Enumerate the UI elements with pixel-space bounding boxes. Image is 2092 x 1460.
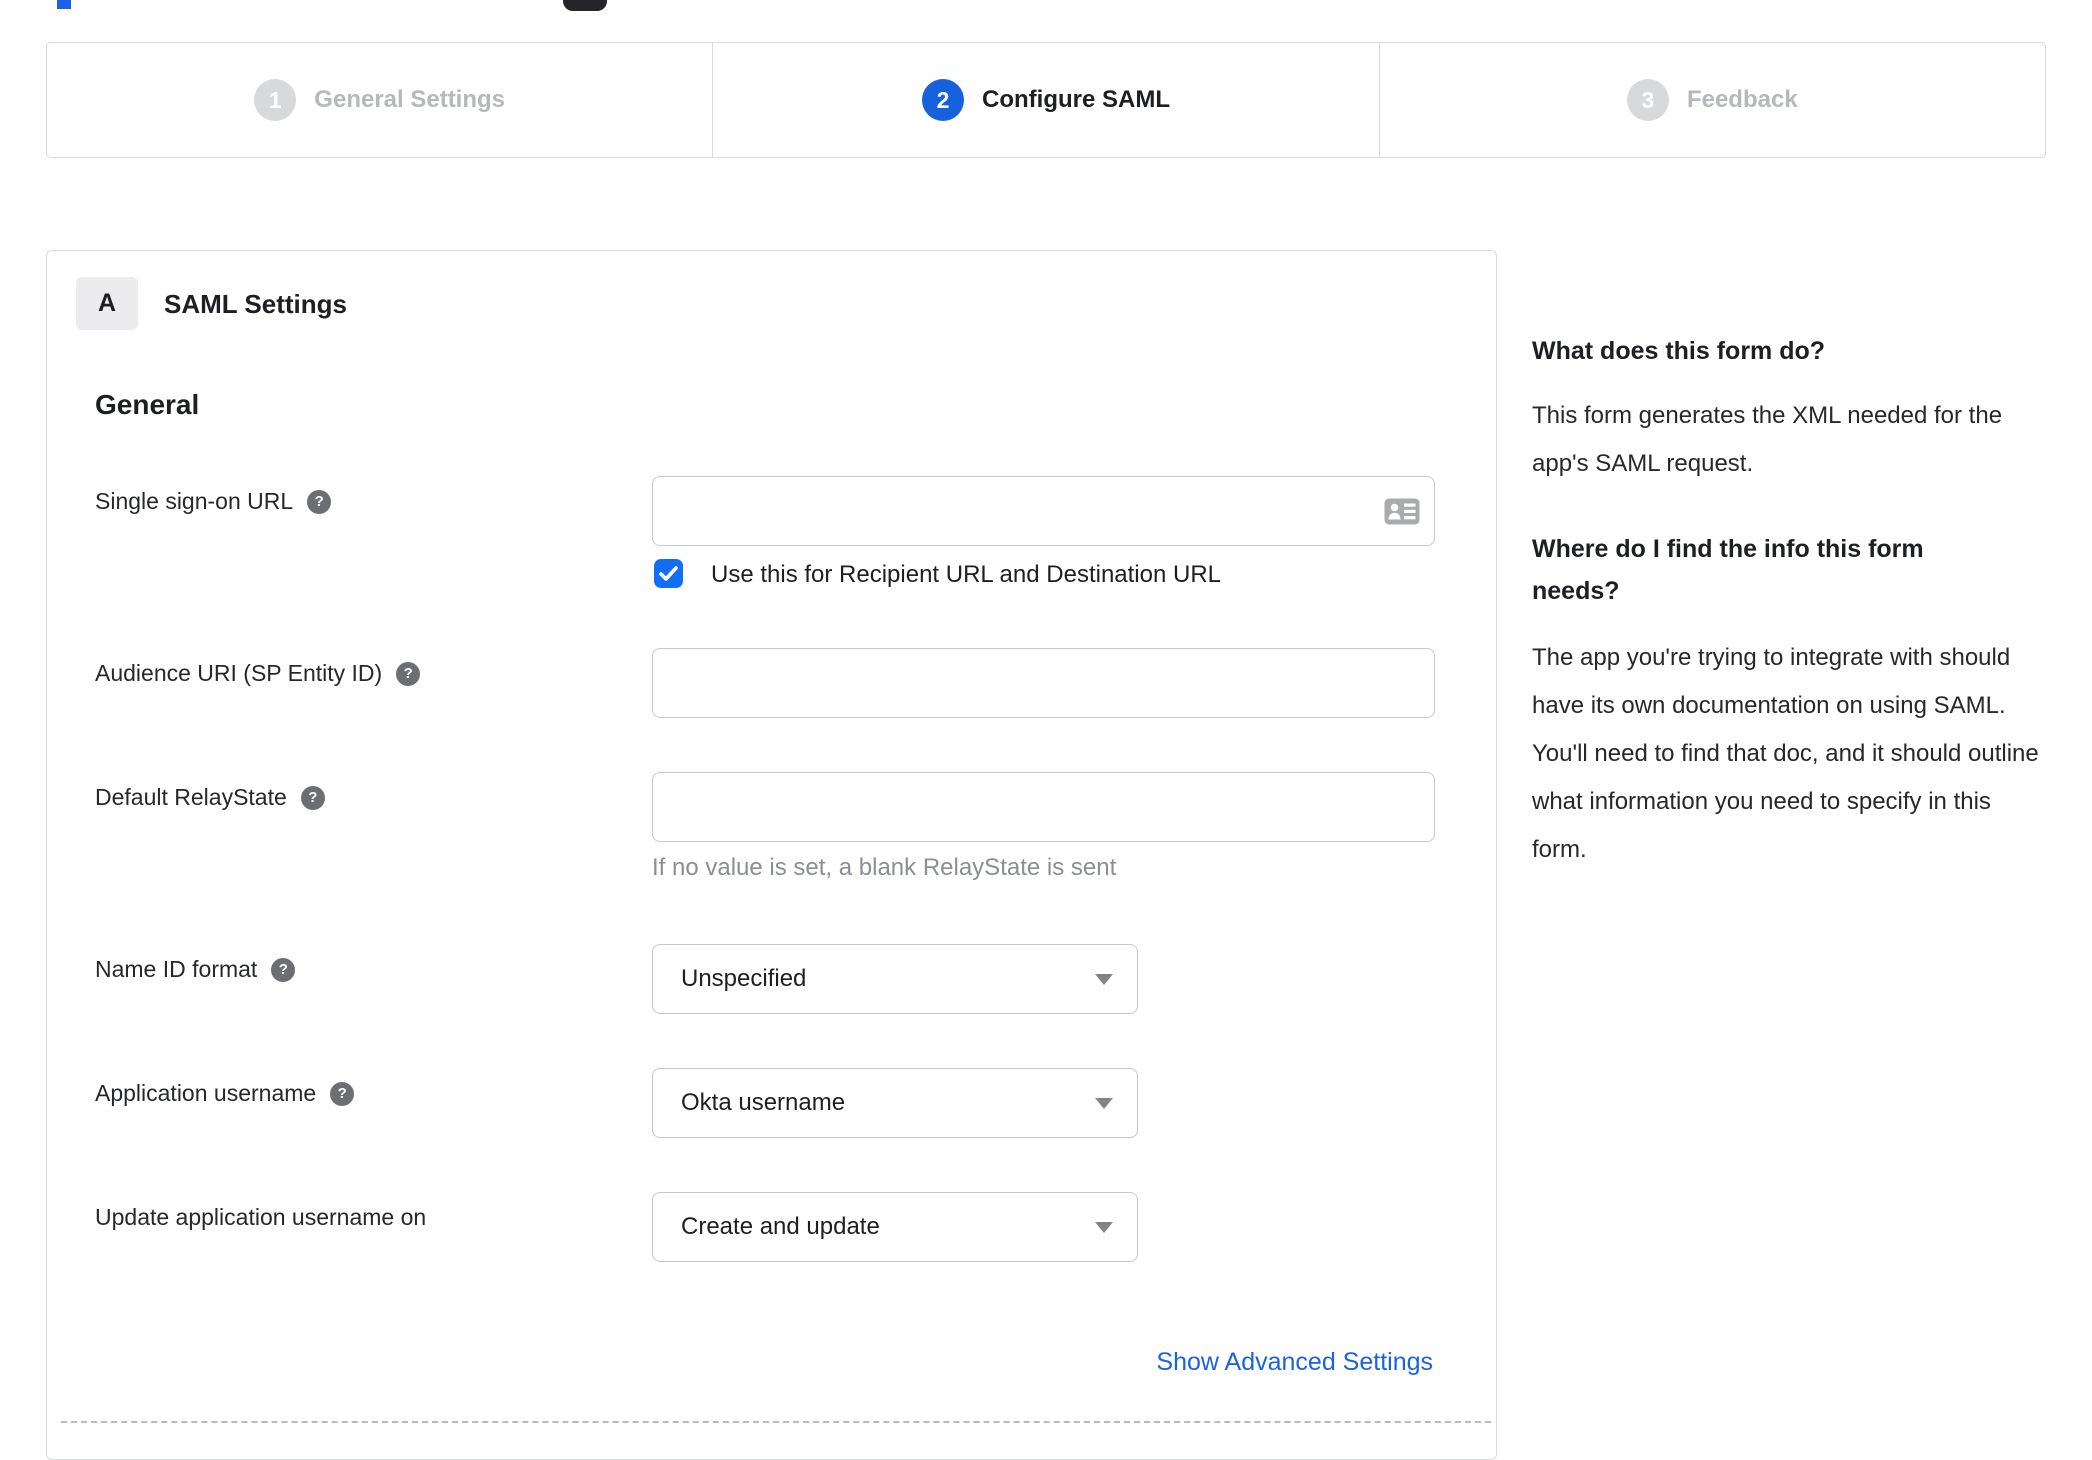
- sso-url-label-row: Single sign-on URL ?: [95, 488, 332, 515]
- panel-title: SAML Settings: [164, 289, 347, 319]
- field-label: Single sign-on URL: [95, 488, 294, 514]
- audience-uri-label-row: Audience URI (SP Entity ID) ?: [95, 660, 421, 687]
- audience-uri-input[interactable]: [652, 648, 1435, 718]
- field-label: Default RelayState: [95, 784, 287, 810]
- update-username-select[interactable]: Create and update: [652, 1192, 1138, 1262]
- step-label: General Settings: [314, 86, 506, 113]
- saml-settings-panel: A SAML Settings General Single sign-on U…: [46, 250, 1497, 1460]
- step-configure-saml[interactable]: 2 Configure SAML: [712, 43, 1378, 157]
- step-feedback[interactable]: 3 Feedback: [1378, 43, 2045, 157]
- cutoff-dark-icon: [563, 0, 607, 11]
- field-label: Name ID format: [95, 956, 258, 982]
- field-label: Audience URI (SP Entity ID): [95, 660, 383, 686]
- nameid-format-label-row: Name ID format ?: [95, 956, 296, 983]
- app-username-label-row: Application username ?: [95, 1080, 355, 1107]
- step-label: Configure SAML: [982, 86, 1170, 113]
- help-icon[interactable]: ?: [271, 957, 296, 982]
- section-a-badge: A: [76, 277, 138, 330]
- help-heading-where: Where do I find the info this form needs…: [1532, 535, 1924, 605]
- help-icon[interactable]: ?: [396, 661, 421, 686]
- help-body-where: The app you're trying to integrate with …: [1532, 644, 2039, 863]
- chevron-down-icon: [1095, 1221, 1113, 1233]
- help-body-what: This form generates the XML needed for t…: [1532, 402, 2003, 477]
- help-heading-what: What does this form do?: [1532, 337, 1826, 365]
- show-advanced-settings-link[interactable]: Show Advanced Settings: [1156, 1348, 1433, 1377]
- wizard-stepper: 1 General Settings 2 Configure SAML 3 Fe…: [46, 42, 2046, 158]
- selected-value: Okta username: [681, 1089, 846, 1116]
- relaystate-input[interactable]: [652, 772, 1435, 842]
- selected-value: Unspecified: [681, 965, 807, 992]
- help-icon[interactable]: ?: [300, 785, 325, 810]
- step-number-badge: 3: [1626, 79, 1669, 121]
- recipient-url-checkbox-label[interactable]: Use this for Recipient URL and Destinati…: [711, 561, 1221, 589]
- field-label: Update application username on: [95, 1204, 427, 1230]
- step-number-badge: 2: [922, 79, 964, 121]
- sso-url-input[interactable]: [652, 476, 1435, 546]
- dashed-section-divider: [61, 1421, 1491, 1423]
- recipient-url-checkbox[interactable]: [654, 559, 683, 588]
- step-number-badge: 1: [254, 79, 297, 121]
- chevron-down-icon: [1095, 973, 1113, 985]
- cutoff-tab-indicator: [57, 0, 71, 9]
- relaystate-label-row: Default RelayState ?: [95, 784, 325, 811]
- app-username-select[interactable]: Okta username: [652, 1068, 1138, 1138]
- general-section-heading: General: [95, 389, 200, 420]
- chevron-down-icon: [1095, 1097, 1113, 1109]
- step-label: Feedback: [1686, 86, 1798, 113]
- field-label: Application username: [95, 1080, 317, 1106]
- contact-card-autofill-icon[interactable]: [1384, 498, 1420, 525]
- update-username-label-row: Update application username on: [95, 1204, 426, 1231]
- help-icon[interactable]: ?: [330, 1081, 355, 1106]
- selected-value: Create and update: [681, 1213, 880, 1240]
- step-general-settings[interactable]: 1 General Settings: [47, 43, 712, 157]
- nameid-format-select[interactable]: Unspecified: [652, 944, 1138, 1014]
- relaystate-hint: If no value is set, a blank RelayState i…: [652, 854, 1117, 881]
- help-icon[interactable]: ?: [307, 489, 332, 514]
